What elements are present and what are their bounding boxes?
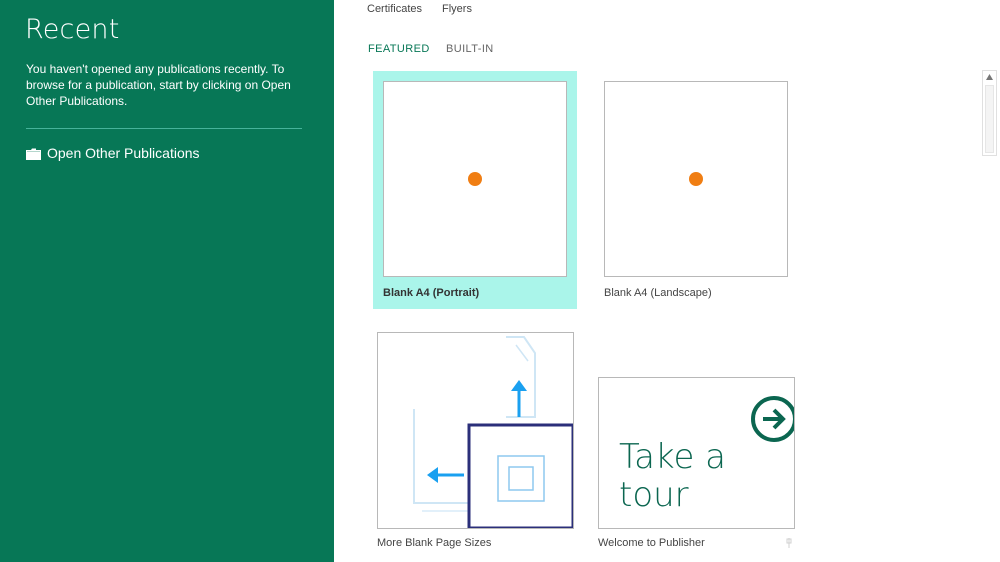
pin-icon[interactable] [785,538,793,548]
template-caption: Blank A4 (Landscape) [604,287,712,299]
template-caption: Welcome to Publisher [598,537,705,549]
no-recent-message: You haven't opened any publications rece… [26,62,291,108]
take-a-tour-text: Take a tour [619,437,727,515]
scroll-up-arrow-icon[interactable] [986,74,993,80]
sidebar: Recent You haven't opened any publicatio… [0,0,334,562]
tab-built-in[interactable]: BUILT-IN [446,43,494,55]
template-caption: Blank A4 (Portrait) [383,287,480,299]
category-link-flyers[interactable]: Flyers [442,3,472,15]
page-center-dot [689,172,703,186]
tab-featured[interactable]: FEATURED [368,43,430,55]
template-blank-a4-portrait[interactable]: Blank A4 (Portrait) [373,71,577,309]
sidebar-title: Recent [25,14,120,45]
page-center-dot [468,172,482,186]
template-thumbnail: Take a tour [598,377,795,529]
sidebar-divider [26,128,302,129]
template-blank-a4-landscape[interactable]: Blank A4 (Landscape) [594,71,798,309]
vertical-scrollbar[interactable] [982,70,997,156]
template-thumbnail [604,81,788,277]
folder-icon [26,147,41,160]
template-caption: More Blank Page Sizes [377,537,492,549]
open-other-publications-button[interactable]: Open Other Publications [26,143,200,163]
template-thumbnail [377,332,574,529]
template-thumbnail [383,81,567,277]
scrollbar-thumb[interactable] [985,85,994,153]
template-more-blank-page-sizes[interactable]: More Blank Page Sizes [377,332,577,554]
page-sizes-diagram-icon [413,336,573,528]
arrow-circle-icon [751,396,794,442]
template-welcome-to-publisher[interactable]: Take a tour Welcome to Publisher [598,377,798,557]
category-link-certificates[interactable]: Certificates [367,3,422,15]
open-other-publications-label: Open Other Publications [47,145,200,161]
